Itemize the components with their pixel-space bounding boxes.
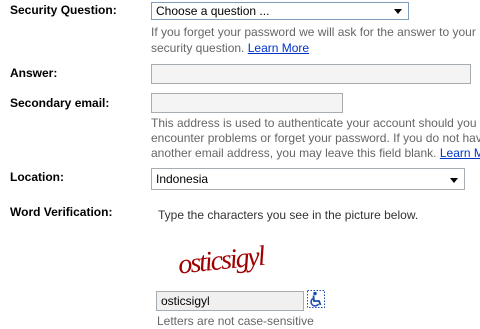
secondary-email-help-text: another email address, you may leave thi… xyxy=(151,146,437,160)
location-label: Location: xyxy=(10,170,64,184)
secondary-email-help-line1: This address is used to authenticate you… xyxy=(151,116,477,130)
secondary-email-label: Secondary email: xyxy=(10,96,110,110)
security-question-selected: Choose a question ... xyxy=(156,4,270,18)
word-verification-label: Word Verification: xyxy=(10,205,113,219)
security-question-select[interactable]: Choose a question ... xyxy=(151,2,409,20)
security-question-learn-more-link[interactable]: Learn More xyxy=(248,41,309,55)
security-question-help-line1: If you forget your password we will ask … xyxy=(151,25,476,39)
chevron-down-icon xyxy=(450,178,458,183)
security-question-help-line2: security question. Learn More xyxy=(151,40,309,56)
secondary-email-input[interactable] xyxy=(151,93,343,113)
word-verification-instruction: Type the characters you see in the pictu… xyxy=(158,208,419,222)
location-select[interactable]: Indonesia xyxy=(151,168,465,190)
captcha-image: osticsigyl xyxy=(177,241,268,280)
word-verification-input[interactable] xyxy=(156,291,304,311)
accessibility-icon[interactable] xyxy=(307,290,325,308)
secondary-email-help-line3: another email address, you may leave thi… xyxy=(151,145,480,161)
security-question-label: Security Question: xyxy=(10,3,117,17)
security-question-help-text: security question. xyxy=(151,41,245,55)
captcha-text: osticsigyl xyxy=(177,241,268,280)
secondary-email-learn-more-link[interactable]: Learn More xyxy=(440,146,480,160)
location-selected: Indonesia xyxy=(156,172,209,186)
secondary-email-help-line2: encounter problems or forget your passwo… xyxy=(151,131,480,145)
answer-label: Answer: xyxy=(10,66,58,80)
answer-input[interactable] xyxy=(151,64,471,84)
chevron-down-icon xyxy=(394,9,402,14)
